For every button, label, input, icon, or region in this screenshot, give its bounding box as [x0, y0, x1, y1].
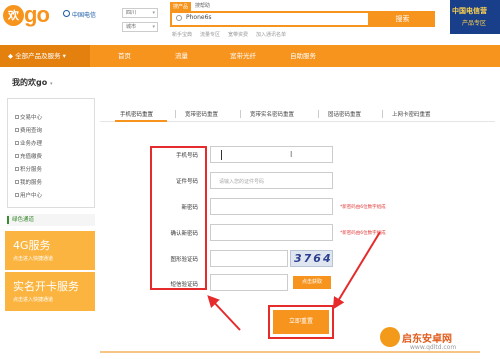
- watermark-url: www.qdltd.com: [410, 344, 457, 351]
- arrow-to-labels: [207, 295, 241, 331]
- watermark-title: 启东安卓网: [402, 334, 452, 345]
- arrow-to-submit: [332, 231, 381, 310]
- watermark-logo-icon: [380, 327, 400, 347]
- footer-divider: [100, 351, 480, 353]
- annotation-arrows: [207, 231, 381, 331]
